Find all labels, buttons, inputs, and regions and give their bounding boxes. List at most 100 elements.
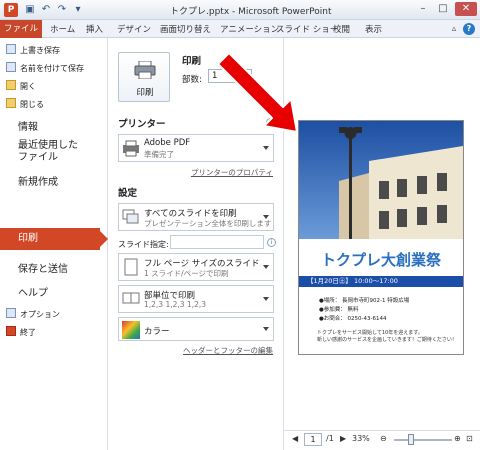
layout-line2: 1 スライド/ページで印刷 [144, 269, 229, 278]
zoom-in-icon[interactable]: ⊕ [454, 434, 461, 443]
slide-spec-info-icon[interactable]: i [267, 238, 276, 247]
menu-options-label: オプション [20, 310, 60, 319]
zoom-slider-thumb[interactable] [408, 434, 414, 445]
building-photo [299, 121, 463, 239]
page-number-input[interactable]: 1 [304, 433, 322, 446]
zoom-out-icon[interactable]: ⊖ [380, 434, 387, 443]
slide-title: トクプレ大創業祭 [320, 251, 441, 269]
menu-recent[interactable]: 最近使用した ファイル [18, 140, 78, 164]
full-page-icon [124, 258, 138, 276]
header-footer-link[interactable]: ヘッダーとフッターの編集 [183, 345, 273, 356]
slide-info-line: ●お問合： 0250-43-6144 [319, 316, 387, 322]
collate-icon [122, 292, 140, 304]
help-icon[interactable]: ? [463, 23, 475, 35]
menu-open[interactable]: 開く [6, 80, 36, 92]
customize-icon[interactable]: ▾ [72, 4, 84, 16]
settings-heading: 設定 [118, 188, 138, 199]
print-button-label: 印刷 [136, 88, 154, 98]
tab-insert[interactable]: 挿入 [86, 23, 103, 35]
tab-slideshow[interactable]: スライド ショー [276, 23, 338, 35]
tab-home[interactable]: ホーム [50, 23, 75, 35]
slide-spec-label: スライド指定: [118, 240, 169, 249]
copies-label: 部数: [182, 75, 202, 85]
folder-open-icon [6, 80, 16, 90]
slides-range-line2: プレゼンテーション全体を印刷します [144, 219, 272, 228]
redo-icon[interactable]: ↷ [56, 4, 68, 16]
fit-to-window-icon[interactable]: ⊡ [466, 434, 473, 443]
chevron-down-icon [263, 146, 269, 150]
color-dropdown[interactable]: カラー [118, 317, 274, 341]
tab-animations[interactable]: アニメーション [220, 23, 279, 35]
preview-navbar: ◀ 1 /1 ▶ 33% ⊖ ⊕ ⊡ [284, 430, 480, 448]
save-as-icon [6, 62, 16, 72]
title-bar: P ▣ ↶ ↷ ▾ トクプレ.pptx - Microsoft PowerPoi… [0, 0, 480, 20]
tab-transitions[interactable]: 画面切り替え [160, 23, 211, 35]
save-icon [6, 44, 16, 54]
slide-date-bar: 【1月20日㊏】 10:00〜17:00 [299, 276, 463, 287]
window-title: トクプレ.pptx - Microsoft PowerPoint [170, 7, 332, 17]
printer-heading: プリンター [118, 119, 166, 130]
menu-print[interactable]: 印刷 [0, 228, 108, 250]
tab-file[interactable]: ファイル [0, 20, 42, 38]
menu-exit-label: 終了 [20, 328, 36, 337]
save-icon[interactable]: ▣ [24, 4, 36, 16]
color-label: カラー [144, 327, 170, 337]
slide-info-line: ●参加費： 無料 [319, 307, 359, 313]
minimize-button[interactable]: – [414, 2, 432, 16]
tab-review[interactable]: 校閲 [333, 23, 350, 35]
chevron-down-icon [263, 297, 269, 301]
printer-name: Adobe PDF [144, 138, 191, 148]
menu-open-label: 開く [20, 82, 36, 91]
print-preview: トクプレ大創業祭 【1月20日㊏】 10:00〜17:00 ●場所： 長岡市寺町… [284, 38, 480, 450]
menu-save-as-label: 名前を付けて保存 [20, 64, 84, 73]
collate-dropdown[interactable]: 部単位で印刷 1,2,3 1,2,3 1,2,3 [118, 285, 274, 313]
folder-close-icon [6, 98, 16, 108]
zoom-level[interactable]: 33% [352, 434, 370, 443]
tab-design[interactable]: デザイン [117, 23, 151, 35]
menu-new[interactable]: 新規作成 [18, 173, 58, 188]
options-icon [6, 308, 16, 318]
close-button[interactable]: ✕ [455, 2, 477, 16]
slide-info-line: ●場所： 長岡市寺町902-1 特設広場 [319, 298, 410, 304]
maximize-button[interactable]: □ [434, 2, 452, 16]
ribbon-tabs: ファイル ホーム 挿入 デザイン 画面切り替え アニメーション スライド ショー… [0, 20, 480, 38]
printer-properties-link[interactable]: プリンターのプロパティ [191, 167, 273, 178]
page-total: /1 [326, 434, 334, 443]
prev-page-icon[interactable]: ◀ [292, 434, 298, 443]
color-icon [122, 321, 140, 339]
undo-icon[interactable]: ↶ [40, 4, 52, 16]
menu-save-label: 上書き保存 [20, 46, 60, 55]
menu-close-label: 閉じる [20, 100, 44, 109]
slide-spec-input[interactable] [170, 235, 264, 249]
chevron-down-icon [263, 215, 269, 219]
slides-icon [122, 209, 139, 224]
exit-icon [6, 326, 16, 336]
collate-line2: 1,2,3 1,2,3 1,2,3 [144, 300, 207, 309]
annotation-arrow-icon [217, 52, 298, 133]
menu-save[interactable]: 上書き保存 [6, 44, 60, 56]
slides-range-dropdown[interactable]: すべてのスライドを印刷 プレゼンテーション全体を印刷します [118, 203, 274, 231]
layout-dropdown[interactable]: フル ページ サイズのスライド 1 スライド/ページで印刷 [118, 253, 274, 281]
powerpoint-icon[interactable]: P [4, 3, 18, 17]
menu-save-as[interactable]: 名前を付けて保存 [6, 62, 84, 74]
chevron-down-icon [263, 265, 269, 269]
menu-help[interactable]: ヘルプ [18, 284, 48, 299]
backstage-sidebar: 上書き保存 名前を付けて保存 開く 閉じる 情報 最近使用した ファイル 新規作… [0, 38, 108, 450]
print-button[interactable]: 印刷 [118, 52, 170, 102]
tab-view[interactable]: 表示 [365, 23, 382, 35]
slide-preview: トクプレ大創業祭 【1月20日㊏】 10:00〜17:00 ●場所： 長岡市寺町… [298, 120, 464, 355]
chevron-down-icon [263, 327, 269, 331]
menu-save-send[interactable]: 保存と送信 [18, 260, 68, 275]
menu-close[interactable]: 閉じる [6, 98, 44, 110]
menu-options[interactable]: オプション [6, 308, 60, 320]
printer-icon [123, 140, 139, 157]
menu-info[interactable]: 情報 [18, 118, 38, 133]
zoom-slider[interactable] [394, 439, 452, 441]
next-page-icon[interactable]: ▶ [340, 434, 346, 443]
menu-exit[interactable]: 終了 [6, 326, 36, 338]
printer-icon [134, 61, 156, 79]
print-heading: 印刷 [182, 56, 202, 67]
slide-note-line: トクプレをサービス開始して10年を迎えます。 [317, 330, 423, 336]
slide-note-line: 新しい感謝のサービスを企画していきます！ご期待ください！ [317, 337, 457, 343]
collapse-ribbon-icon[interactable]: ▵ [448, 23, 460, 35]
